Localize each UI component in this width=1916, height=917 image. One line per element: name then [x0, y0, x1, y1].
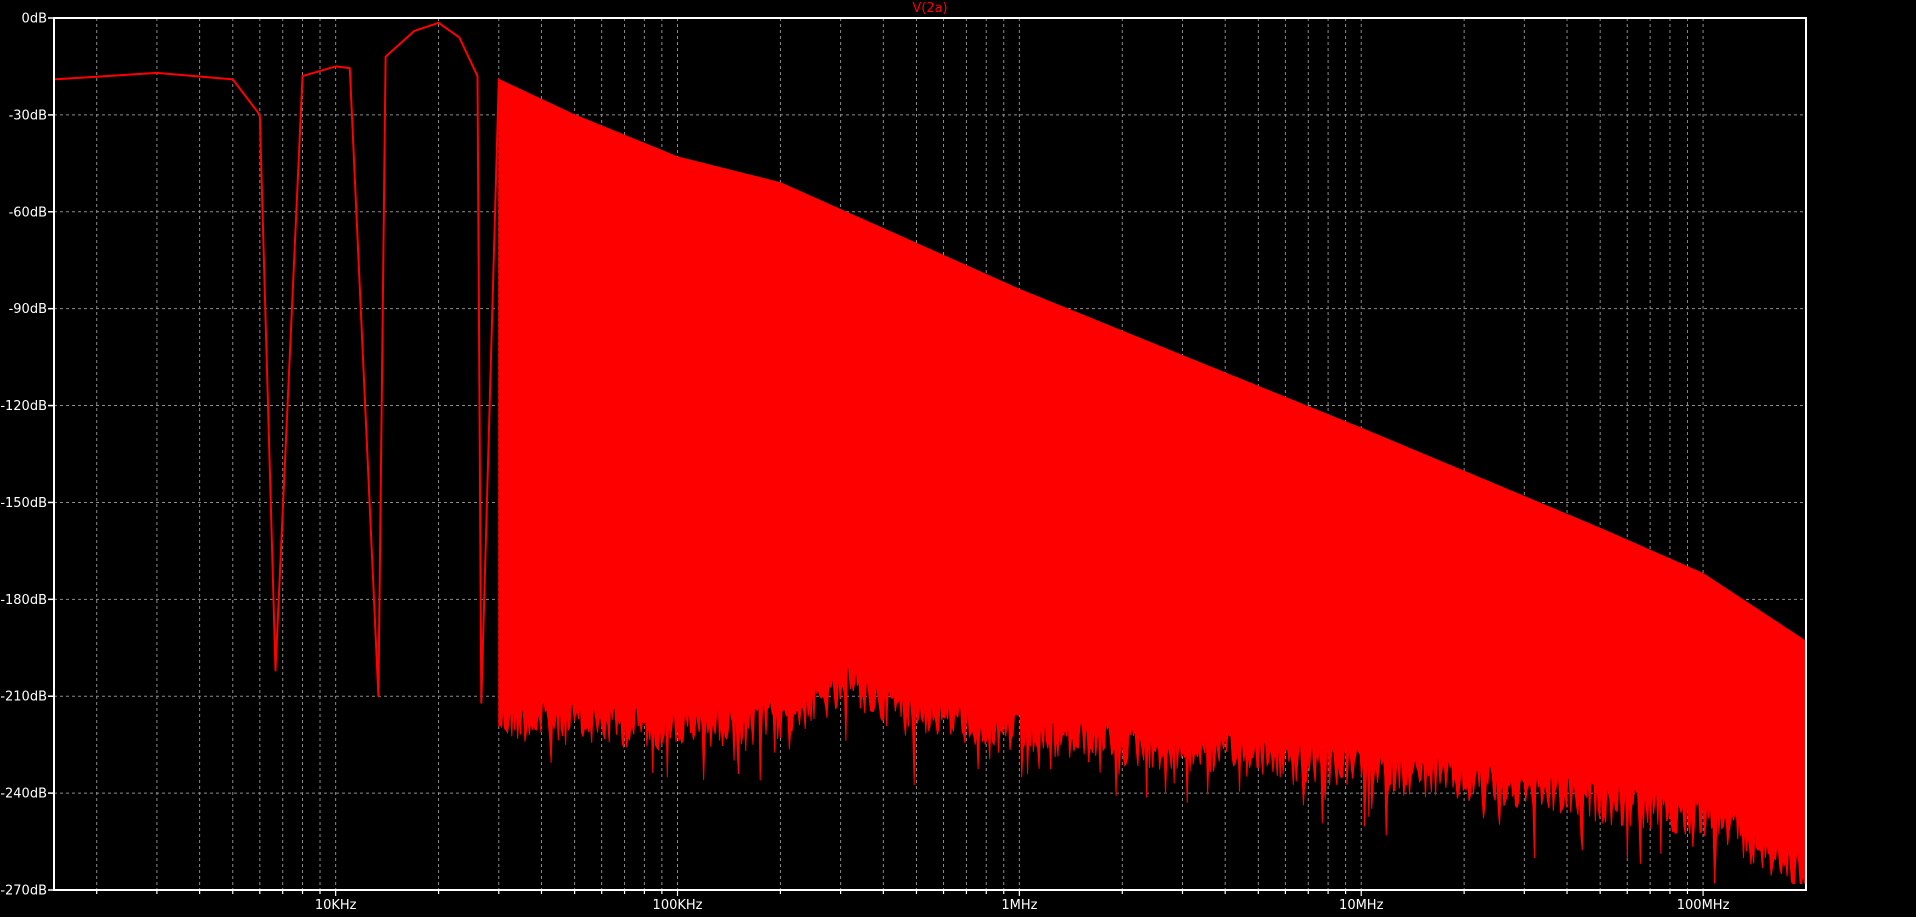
y-tick-label: -60dB: [9, 205, 47, 220]
y-tick-label: -210dB: [0, 690, 47, 705]
y-tick-label: -270dB: [0, 884, 47, 899]
x-tick-label: 10KHz: [315, 898, 357, 913]
y-tick-label: -150dB: [0, 496, 47, 511]
chart-title: V(2a): [912, 1, 947, 16]
y-tick-label: -30dB: [9, 108, 47, 123]
y-tick-label: -90dB: [9, 302, 47, 317]
y-tick-label: -120dB: [0, 399, 47, 414]
y-tick-label: 0dB: [22, 12, 47, 27]
y-tick-label: -240dB: [0, 787, 47, 802]
x-tick-label: 10MHz: [1339, 898, 1384, 913]
x-tick-label: 1MHz: [1001, 898, 1037, 913]
plot-area[interactable]: 0dB -30dB -60dB -90dB -120dB -150dB -180dB -210…: [0, 0, 1916, 917]
x-tick-label: 100KHz: [653, 898, 703, 913]
y-tick-label: -180dB: [0, 593, 47, 608]
x-tick-label: 100MHz: [1677, 898, 1730, 913]
